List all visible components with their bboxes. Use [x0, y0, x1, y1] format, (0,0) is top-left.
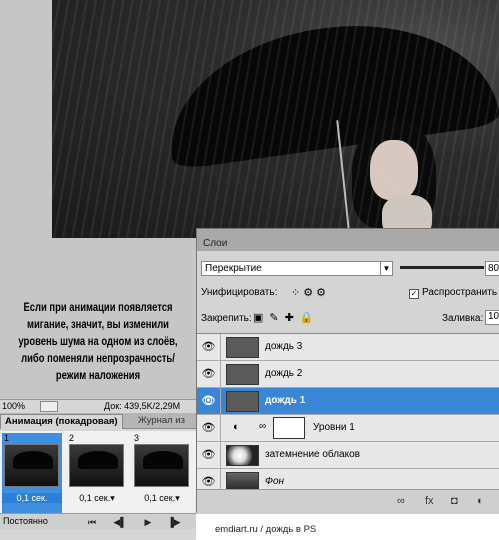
layer-name: затемнение облаков: [265, 449, 360, 460]
lock-icons[interactable]: ▣✎✚🔒: [253, 311, 320, 324]
propagate-label: Распространить: [422, 287, 498, 298]
tab-history[interactable]: Журнал из: [134, 414, 189, 429]
layer-row-clouds[interactable]: 👁 затемнение облаков: [197, 442, 499, 469]
layer-name: Фон: [265, 476, 285, 487]
rain-overlay: [52, 0, 499, 238]
layer-row-rain2[interactable]: 👁 дождь 2: [197, 361, 499, 388]
opacity-slider[interactable]: [400, 266, 484, 269]
layers-footer: ∞ fx ◘ ◐: [197, 489, 499, 514]
mask-icon[interactable]: ◘: [451, 495, 458, 507]
layer-thumbnail: [226, 445, 259, 466]
layer-row-levels[interactable]: 👁 ◐ ∞ Уровни 1: [197, 415, 499, 442]
first-frame-icon[interactable]: ⏮: [84, 516, 100, 528]
rain-photo: [52, 0, 499, 238]
chevron-down-icon[interactable]: ▼: [380, 262, 392, 275]
fx-icon[interactable]: fx: [425, 495, 434, 507]
layer-mask-thumbnail: [273, 417, 305, 439]
animation-tabs: Анимация (покадровая) Журнал из: [0, 413, 196, 429]
layer-name: Уровни 1: [313, 422, 355, 433]
eye-icon[interactable]: 👁: [197, 361, 221, 387]
frame-thumbnail: [4, 444, 59, 487]
opacity-field[interactable]: 80: [485, 261, 499, 276]
frame-number: 1: [4, 433, 10, 443]
frame-delay[interactable]: 0,1 сек.▾: [132, 493, 192, 504]
zoom-level[interactable]: 100%: [2, 401, 25, 411]
loop-select[interactable]: Постоянно: [3, 516, 48, 526]
layer-row-rain1[interactable]: 👁 дождь 1: [197, 388, 499, 415]
animation-controls: Постоянно ⏮ ◀▌ ▶ ▐▶: [0, 513, 196, 529]
layers-panel: Слои Перекрытие ▼ 80 Унифицировать: ⁘⚙⚙ …: [196, 228, 499, 514]
layers-panel-header: Слои: [197, 229, 499, 251]
tab-animation[interactable]: Анимация (покадровая): [0, 414, 123, 429]
eye-icon[interactable]: 👁: [197, 388, 221, 414]
unify-label: Унифицировать:: [201, 287, 278, 298]
eye-icon[interactable]: 👁: [197, 415, 221, 441]
layer-thumbnail: [226, 364, 259, 385]
layer-thumbnail: [226, 391, 259, 412]
layers-list: 👁 дождь 3 👁 дождь 2 👁 дождь 1 👁 ◐ ∞ Уров…: [197, 333, 499, 496]
doc-size: Док: 439,5K/2,29M: [104, 401, 181, 411]
tutorial-note: Если при анимации появляется мигание, зн…: [18, 302, 178, 382]
prev-frame-icon[interactable]: ◀▌: [112, 516, 128, 528]
frame-number: 2: [69, 433, 75, 443]
frame-2[interactable]: 2 0,1 сек.▾: [67, 433, 127, 513]
document-status-bar: 100% Док: 439,5K/2,29M: [0, 399, 196, 413]
frame-delay[interactable]: 0,1 сек.: [2, 493, 62, 503]
fill-field[interactable]: 10: [485, 310, 499, 325]
layer-name: дождь 1: [265, 395, 306, 406]
site-caption: emdiart.ru / дождь в PS: [215, 524, 317, 535]
frame-1[interactable]: 1 0,1 сек.: [2, 433, 62, 513]
unify-icons[interactable]: ⁘⚙⚙: [291, 286, 329, 299]
frames-strip: 1 0,1 сек. 2 0,1 сек.▾ 3 0,1 сек.▾: [0, 431, 196, 515]
layers-title[interactable]: Слои: [203, 238, 227, 249]
adjustment-layer-icon[interactable]: ◐: [477, 495, 484, 507]
frame-delay[interactable]: 0,1 сек.▾: [67, 493, 127, 504]
chain-icon[interactable]: ∞: [259, 421, 266, 432]
blend-mode-value: Перекрытие: [205, 263, 262, 274]
frame-thumbnail: [69, 444, 124, 487]
frame-3[interactable]: 3 0,1 сек.▾: [132, 433, 192, 513]
eye-icon[interactable]: 👁: [197, 334, 221, 360]
eye-icon[interactable]: 👁: [197, 442, 221, 468]
lock-label: Закрепить:: [201, 313, 252, 324]
status-menu-button[interactable]: [40, 401, 58, 412]
next-frame-icon[interactable]: ▐▶: [166, 516, 182, 528]
frame-number: 3: [134, 433, 140, 443]
frame-thumbnail: [134, 444, 189, 487]
animation-panel: Анимация (покадровая) Журнал из 1 0,1 се…: [0, 413, 196, 540]
fill-label: Заливка:: [442, 313, 484, 324]
propagate-checkbox[interactable]: ✓ Распространить: [409, 287, 497, 299]
layer-row-rain3[interactable]: 👁 дождь 3: [197, 334, 499, 361]
adjustment-icon: ◐: [233, 421, 240, 433]
play-icon[interactable]: ▶: [140, 516, 156, 528]
layer-thumbnail: [226, 337, 259, 358]
checkbox-checked-icon[interactable]: ✓: [409, 289, 419, 299]
blend-mode-select[interactable]: Перекрытие ▼: [201, 261, 393, 276]
layer-name: дождь 2: [265, 368, 303, 379]
link-icon[interactable]: ∞: [397, 495, 405, 507]
layer-name: дождь 3: [265, 341, 303, 352]
